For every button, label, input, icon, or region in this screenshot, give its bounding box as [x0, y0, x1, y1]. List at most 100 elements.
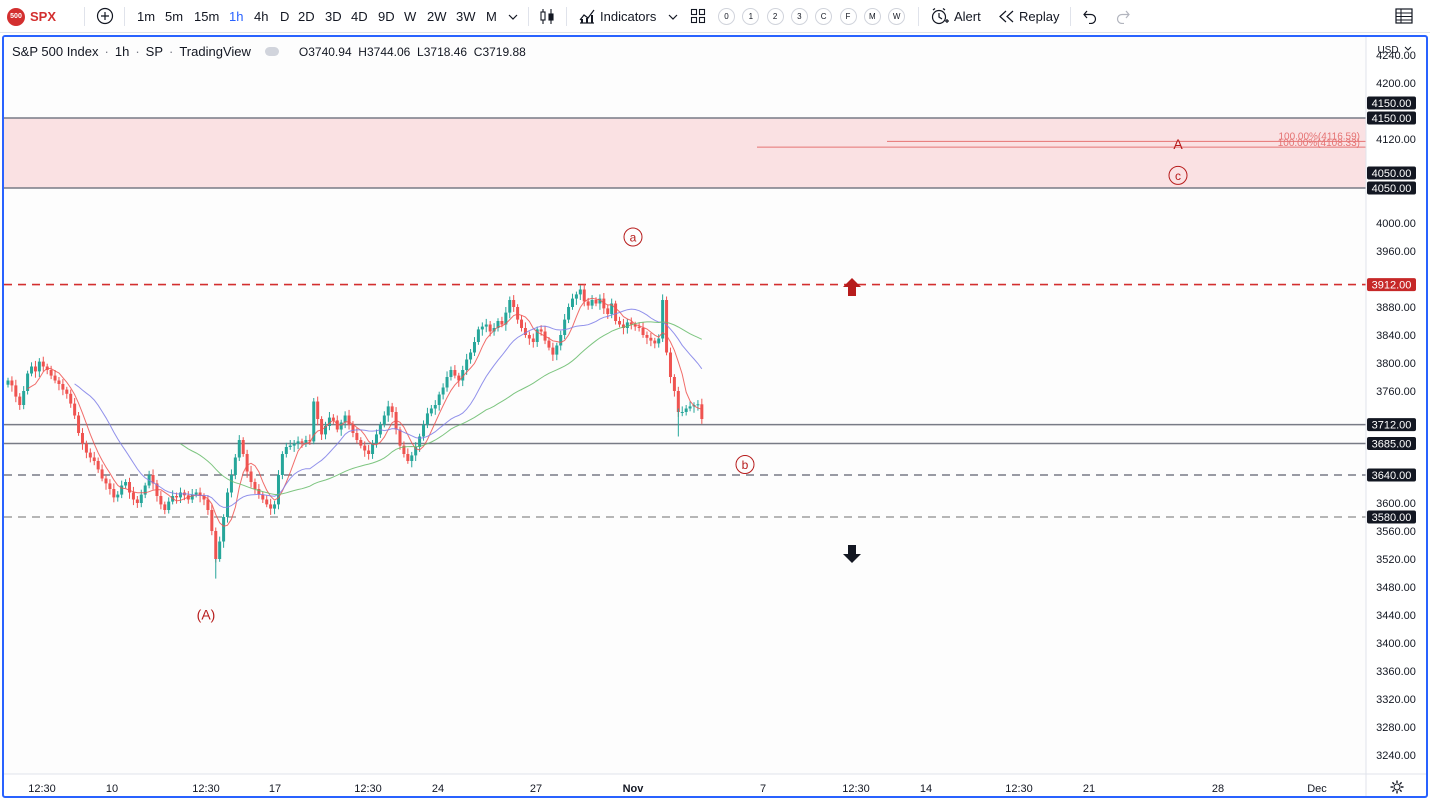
interval-3w[interactable]: 3W — [456, 0, 476, 33]
candle-body — [139, 494, 143, 503]
candle-body — [367, 450, 371, 454]
candle-body — [226, 492, 230, 517]
layout-slot-0[interactable]: 0 — [718, 8, 735, 25]
candle-body — [653, 340, 657, 344]
candle-body — [269, 504, 273, 509]
alert-icon[interactable] — [930, 7, 949, 26]
candle-body — [563, 319, 567, 335]
interval-4h[interactable]: 4h — [254, 0, 268, 33]
indicators-button[interactable]: Indicators — [600, 0, 656, 33]
candle-body — [700, 404, 704, 419]
replay-button[interactable]: Replay — [1019, 0, 1059, 33]
interval-2d[interactable]: 2D — [298, 0, 315, 33]
layout-grid-icon[interactable] — [690, 8, 706, 24]
candle-body — [194, 492, 198, 495]
replay-icon[interactable] — [998, 8, 1015, 25]
candle-body — [618, 321, 622, 325]
candle-body — [100, 469, 104, 479]
interval-2w[interactable]: 2W — [427, 0, 447, 33]
candle-body — [606, 308, 610, 314]
interval-1m[interactable]: 1m — [137, 0, 155, 33]
interval-m[interactable]: M — [486, 0, 497, 33]
interval-1h[interactable]: 1h — [229, 0, 243, 33]
candle-body — [249, 471, 253, 482]
interval-3d[interactable]: 3D — [325, 0, 342, 33]
chevron-down-icon[interactable] — [507, 11, 519, 23]
layout-slot-f[interactable]: F — [839, 8, 857, 25]
candle-body — [433, 405, 437, 409]
candle-body — [527, 335, 531, 339]
candle-body — [386, 406, 390, 416]
level-tag-3580: 3580.00 — [1367, 510, 1416, 524]
candle-body — [586, 301, 590, 306]
visibility-icon[interactable] — [264, 47, 279, 56]
layout-slot-w[interactable]: W — [888, 8, 906, 25]
layout-slot-1[interactable]: 1 — [742, 8, 760, 25]
gear-icon-tooth — [1391, 781, 1395, 785]
level-tag-3685: 3685.00 — [1367, 437, 1416, 451]
legend-title[interactable]: S&P 500 Index — [12, 44, 99, 59]
price-tick: 3760.00 — [1376, 386, 1416, 398]
undo-icon[interactable] — [1082, 9, 1098, 24]
indicators-icon[interactable] — [578, 7, 596, 25]
interval-d[interactable]: D — [280, 0, 289, 33]
candles-icon[interactable] — [538, 7, 556, 26]
wave-label-text: (A) — [197, 607, 216, 623]
candle-body — [508, 300, 512, 313]
candle-body — [614, 303, 618, 321]
candle-body — [574, 294, 578, 299]
level-tag-text: 4150.00 — [1372, 98, 1412, 110]
time-tick: 14 — [920, 783, 932, 795]
candle-body — [30, 366, 34, 374]
interval-4d[interactable]: 4D — [351, 0, 368, 33]
level-tag-text: 3712.00 — [1372, 420, 1412, 432]
candle-body — [680, 412, 684, 413]
chevron-down-icon[interactable] — [667, 11, 679, 23]
price-tick: 3240.00 — [1376, 750, 1416, 762]
redo-icon[interactable] — [1115, 9, 1131, 24]
candle-body — [500, 321, 504, 325]
chart-container[interactable]: 100.00%(4116.59) 100.00%(4108.33) (A) a b c A 4… — [2, 35, 1428, 798]
candle-body — [688, 406, 692, 409]
interval-5m[interactable]: 5m — [165, 0, 183, 33]
candle-body — [135, 499, 139, 503]
wave-label-text: b — [742, 458, 749, 472]
candle-body — [441, 387, 445, 395]
table-icon[interactable] — [1395, 8, 1413, 24]
gear-icon-tooth — [1399, 781, 1403, 785]
candle-body — [551, 347, 555, 355]
add-symbol-icon[interactable] — [96, 7, 114, 25]
layout-slot-2[interactable]: 2 — [766, 8, 784, 25]
gear-icon-tooth — [1399, 789, 1403, 793]
candle-body — [371, 443, 375, 454]
candle-body — [261, 494, 265, 500]
candle-body — [374, 434, 378, 444]
layout-slot-m[interactable]: M — [863, 8, 881, 25]
price-tick: 3800.00 — [1376, 358, 1416, 370]
candle-body — [284, 447, 288, 454]
layout-slot-3[interactable]: 3 — [790, 8, 808, 25]
gear-icon[interactable] — [1390, 780, 1404, 794]
time-tick: Dec — [1307, 783, 1327, 795]
price-tick: 3840.00 — [1376, 330, 1416, 342]
alert-button[interactable]: Alert — [954, 0, 981, 33]
candle-body — [178, 492, 182, 498]
time-tick: 12:30 — [842, 783, 870, 795]
level-tag-4150: 4150.00 — [1367, 96, 1416, 110]
price-chart[interactable]: 100.00%(4116.59)100.00%(4108.33)(A)abcA4… — [4, 37, 1426, 796]
price-tick: 3600.00 — [1376, 498, 1416, 510]
candle-body — [382, 415, 386, 425]
candle-body — [57, 380, 61, 384]
candle-body — [570, 298, 574, 307]
symbol-search-button[interactable]: SPX — [30, 0, 56, 33]
candle-body — [429, 408, 433, 414]
layout-slot-c[interactable]: C — [815, 8, 833, 25]
interval-15m[interactable]: 15m — [194, 0, 219, 33]
currency-selector: USD — [1377, 45, 1398, 56]
candle-body — [37, 361, 41, 372]
interval-9d[interactable]: 9D — [378, 0, 395, 33]
candle-body — [77, 415, 81, 433]
candle-body — [18, 396, 22, 405]
interval-w[interactable]: W — [404, 0, 416, 33]
price-tick: 3440.00 — [1376, 610, 1416, 622]
